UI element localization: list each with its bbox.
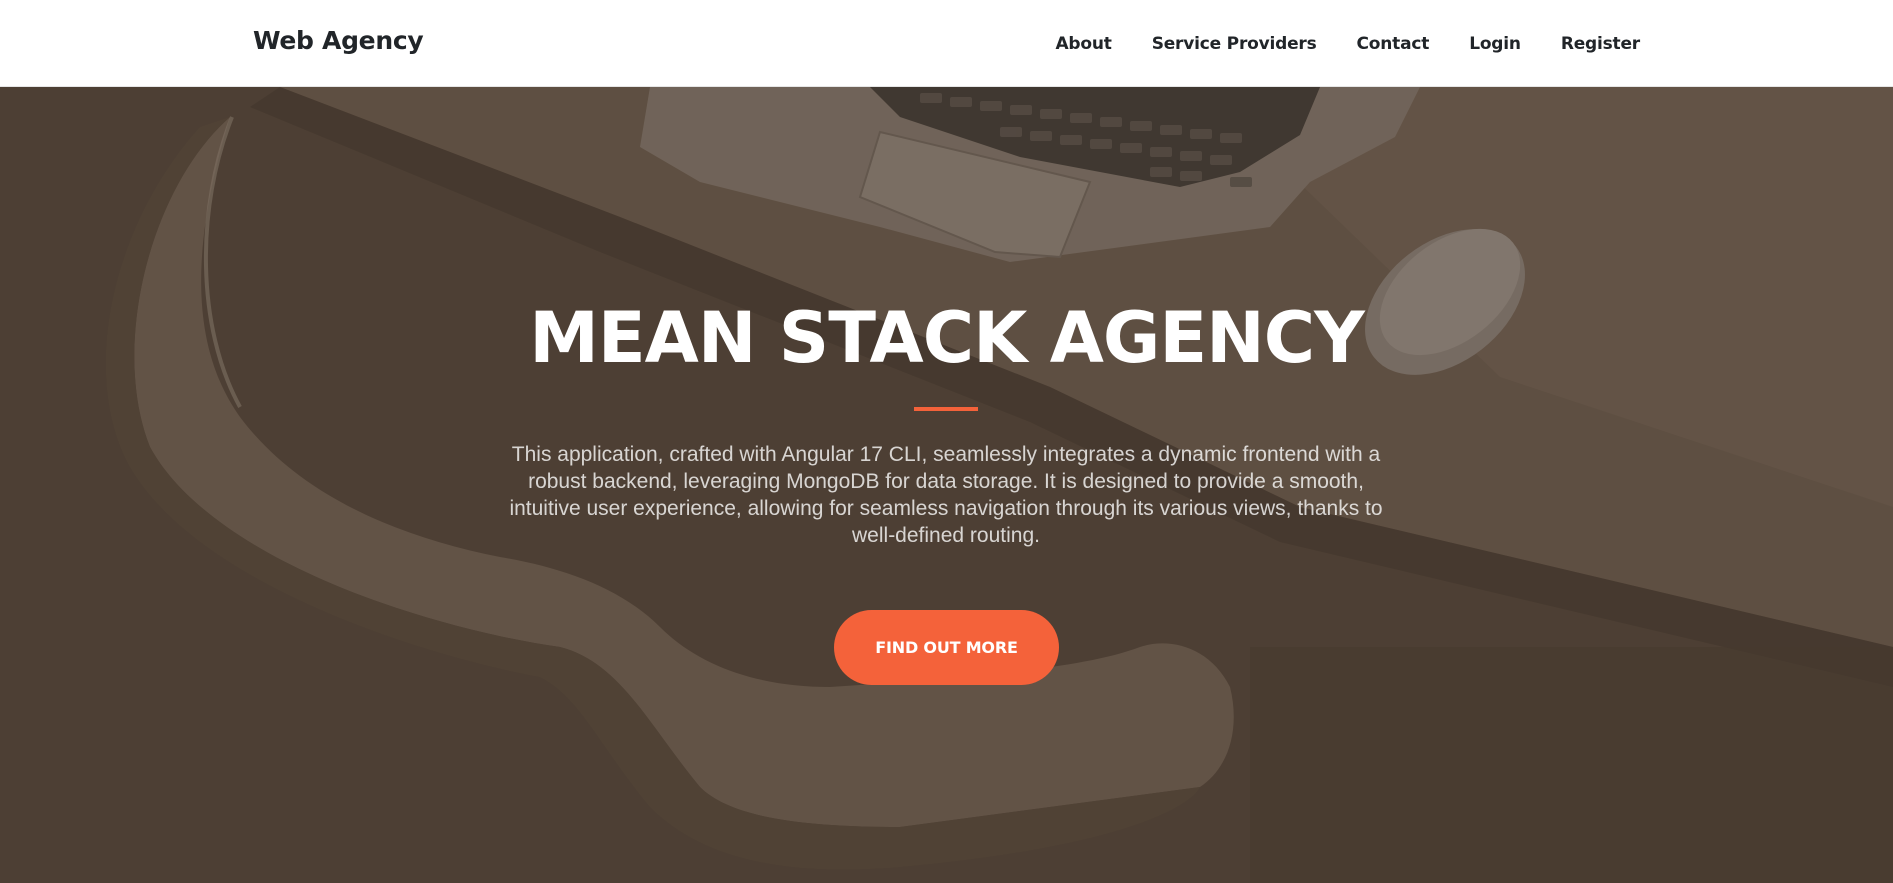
hero-divider [914,407,978,411]
page: Web Agency About Service Providers Conta… [0,0,1893,883]
brand-link[interactable]: Web Agency [253,26,424,55]
find-out-more-button[interactable]: FIND OUT MORE [834,610,1059,685]
hero-description: This application, crafted with Angular 1… [509,443,1383,547]
navbar: Web Agency About Service Providers Conta… [0,0,1893,87]
hero-section: MEAN STACK AGENCY This application, craf… [0,87,1893,883]
nav-link-about[interactable]: About [1035,34,1131,54]
hero-title: MEAN STACK AGENCY [529,297,1365,379]
nav-links: About Service Providers Contact Login Re… [1035,0,1640,87]
nav-link-register[interactable]: Register [1541,34,1640,54]
nav-link-service-providers[interactable]: Service Providers [1132,34,1337,54]
nav-link-login[interactable]: Login [1449,34,1541,54]
nav-link-contact[interactable]: Contact [1337,34,1450,54]
hero-content: MEAN STACK AGENCY This application, craf… [0,87,1893,883]
